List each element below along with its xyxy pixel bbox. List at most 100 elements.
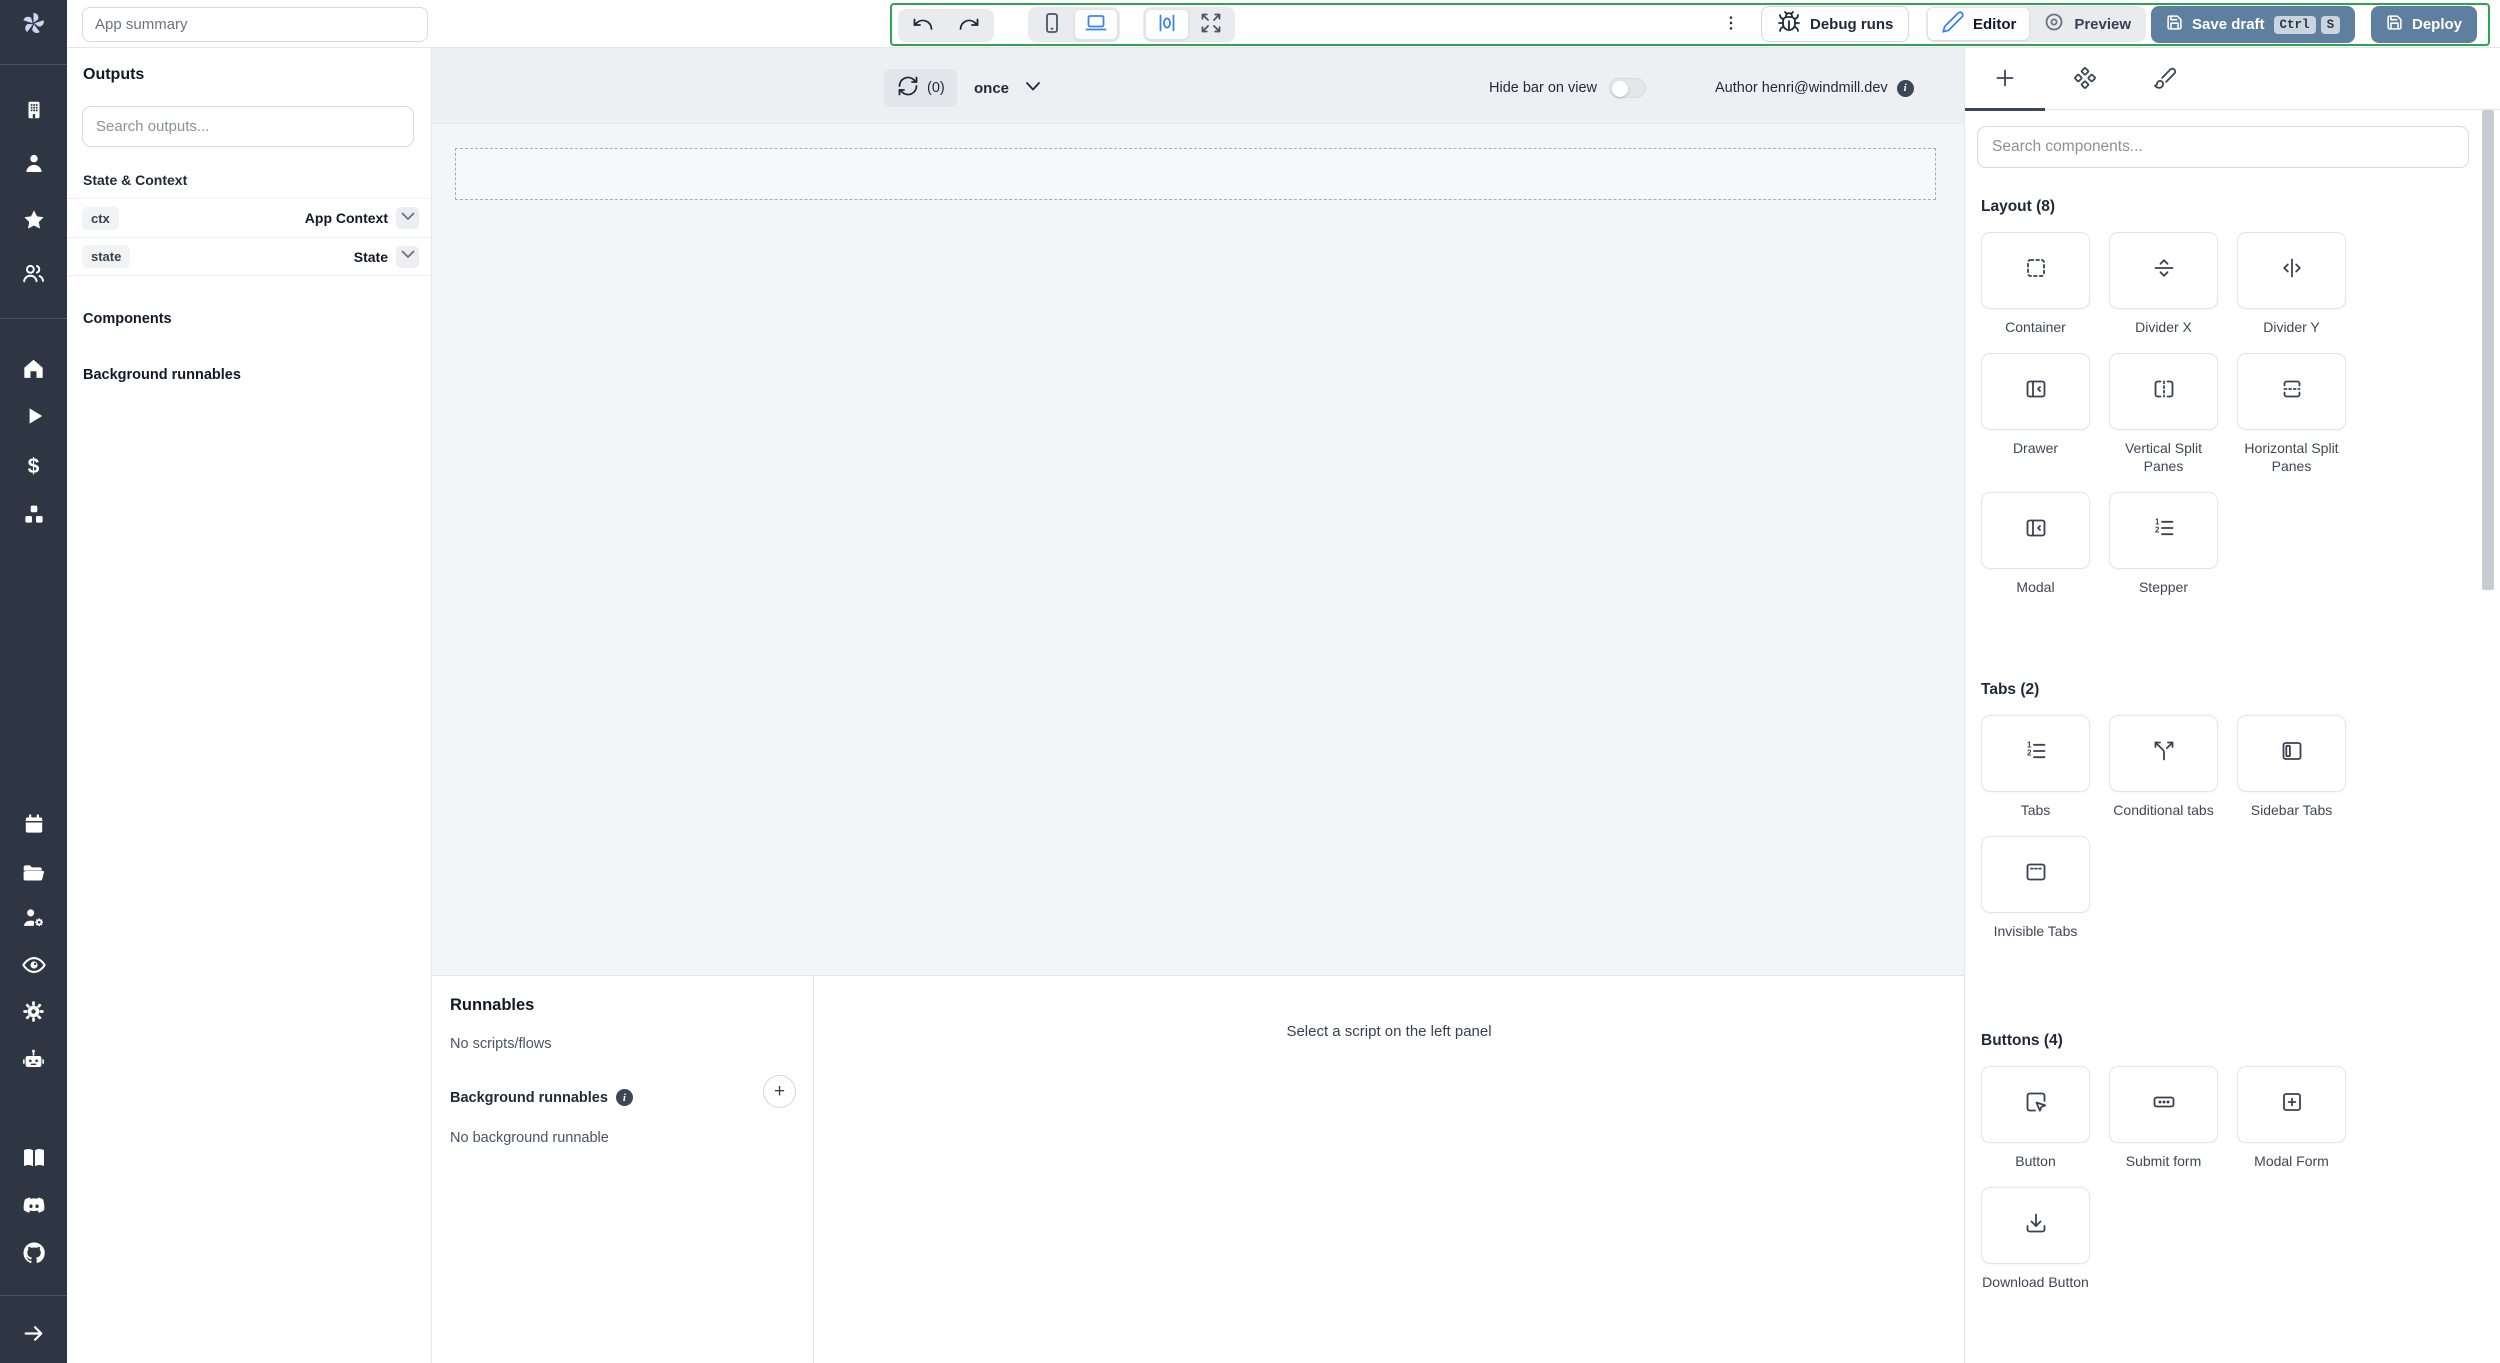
windmill-logo[interactable] xyxy=(0,8,67,44)
modal-form-card[interactable] xyxy=(2237,1066,2346,1143)
undo-button[interactable] xyxy=(900,11,946,40)
svg-text:2: 2 xyxy=(2027,748,2032,757)
button-card[interactable] xyxy=(1981,1066,2090,1143)
conditional-tabs-card[interactable] xyxy=(2109,715,2218,792)
preview-tab[interactable]: Preview xyxy=(2029,8,2144,40)
undo-icon xyxy=(911,12,935,39)
drawer-card[interactable] xyxy=(1981,352,2090,430)
editor-preview-group: Editor Preview xyxy=(1926,6,2147,42)
output-row-ctx[interactable]: ctx App Context xyxy=(67,198,431,237)
deploy-button[interactable]: Deploy xyxy=(2371,6,2478,43)
preview-eye-icon xyxy=(2042,10,2066,38)
vertical-split-card[interactable] xyxy=(2109,352,2218,430)
settings-icon[interactable] xyxy=(0,996,67,1026)
runnables-title: Runnables xyxy=(450,996,535,1014)
background-runnables-label: Background runnables xyxy=(450,1089,608,1106)
discord-icon[interactable] xyxy=(0,1191,67,1221)
star-icon[interactable] xyxy=(0,205,67,235)
pencil-icon xyxy=(1941,10,1965,38)
component-card-label: Vertical Split Panes xyxy=(2124,439,2203,474)
eye-icon[interactable] xyxy=(0,950,67,980)
layout-toggle-group xyxy=(1143,7,1235,42)
more-menu-button[interactable] xyxy=(1715,8,1747,40)
scrollbar-thumb[interactable] xyxy=(2482,110,2494,590)
modal-card[interactable] xyxy=(1981,491,2090,569)
dots-vertical-icon xyxy=(1721,13,1741,36)
component-card-cell: Divider Y xyxy=(2237,232,2346,337)
hide-bar-control: Hide bar on view xyxy=(1489,69,1646,107)
tabs-card[interactable]: 12 xyxy=(1981,715,2090,792)
boxes-icon[interactable] xyxy=(0,500,67,530)
bot-icon[interactable] xyxy=(0,1044,67,1074)
play-icon[interactable] xyxy=(0,401,67,431)
refresh-button[interactable]: (0) xyxy=(884,69,957,107)
component-card-cell: Vertical Split Panes xyxy=(2109,352,2218,476)
component-card-label: Tabs xyxy=(2020,802,2051,818)
empty-grid-placeholder[interactable] xyxy=(455,148,1936,200)
output-row-state[interactable]: state State xyxy=(67,237,431,276)
user-icon[interactable] xyxy=(0,148,67,178)
sidebar-tabs-card[interactable] xyxy=(2237,715,2346,792)
home-icon[interactable] xyxy=(0,353,67,383)
calendar-icon[interactable] xyxy=(0,809,67,839)
editor-tab[interactable]: Editor xyxy=(1928,8,2030,40)
redo-button[interactable] xyxy=(946,11,992,40)
output-row-label: State xyxy=(353,248,388,265)
container-card[interactable] xyxy=(1981,232,2090,309)
invisible-tabs-card[interactable] xyxy=(1981,835,2090,913)
modal-icon xyxy=(2024,516,2048,545)
center-layout-button[interactable] xyxy=(1145,9,1189,40)
fullscreen-button[interactable] xyxy=(1189,9,1233,40)
save-draft-button[interactable]: Save draft Ctrl S xyxy=(2151,6,2356,43)
add-background-runnable-button[interactable]: + xyxy=(763,1075,796,1108)
component-card-label: Sidebar Tabs xyxy=(2250,802,2333,818)
dollar-icon[interactable]: $ xyxy=(0,452,67,482)
submit-form-card[interactable] xyxy=(2109,1066,2218,1143)
component-card-cell: Divider X xyxy=(2109,232,2218,337)
refresh-icon xyxy=(896,74,920,102)
stepper-card[interactable]: 12 xyxy=(2109,491,2218,569)
users-icon[interactable] xyxy=(0,258,67,288)
toggle-knob xyxy=(1612,80,1628,97)
refresh-count: (0) xyxy=(927,80,945,96)
refresh-mode-dropdown[interactable]: once xyxy=(974,69,1045,107)
component-card-label: Drawer xyxy=(2012,439,2059,456)
info-icon[interactable]: i xyxy=(615,1089,633,1106)
folder-icon[interactable] xyxy=(0,857,67,887)
expand-icon xyxy=(1199,11,1223,38)
svg-text:2: 2 xyxy=(2155,525,2160,534)
download-card[interactable] xyxy=(1981,1186,2090,1264)
github-icon[interactable] xyxy=(0,1238,67,1268)
tab-insert-component[interactable] xyxy=(1965,48,2045,111)
desktop-view-button[interactable] xyxy=(1074,9,1118,40)
building-icon[interactable] xyxy=(0,95,67,125)
debug-runs-button[interactable]: Debug runs xyxy=(1761,6,1910,42)
no-background-runnable-text: No background runnable xyxy=(450,1130,609,1146)
refresh-mode-value: once xyxy=(974,79,1010,97)
tab-components-tree[interactable] xyxy=(2045,48,2125,110)
horizontal-split-card[interactable] xyxy=(2237,352,2346,430)
outputs-title: Outputs xyxy=(83,66,145,83)
divider-x-card[interactable] xyxy=(2109,232,2218,309)
state-context-title: State & Context xyxy=(83,172,188,188)
arrow-right-icon[interactable] xyxy=(0,1318,67,1348)
preview-label: Preview xyxy=(2074,15,2132,33)
chevron-down-icon[interactable] xyxy=(396,207,419,229)
deploy-label: Deploy xyxy=(2412,16,2463,33)
mobile-view-button[interactable] xyxy=(1030,9,1074,40)
search-components-input[interactable] xyxy=(1977,126,2469,168)
app-summary-input[interactable] xyxy=(82,7,428,42)
info-icon[interactable]: i xyxy=(1896,79,1914,97)
hide-bar-toggle[interactable] xyxy=(1609,78,1646,98)
tab-styling[interactable] xyxy=(2125,48,2205,110)
undo-redo-group xyxy=(898,9,994,42)
divider-y-icon xyxy=(2280,256,2304,285)
author-label: Author henri@windmill.dev xyxy=(1715,80,1888,96)
component-icon xyxy=(2073,66,2097,93)
component-card-cell: Submit form xyxy=(2109,1066,2218,1171)
divider-y-card[interactable] xyxy=(2237,232,2346,309)
chevron-down-icon[interactable] xyxy=(396,245,419,268)
search-outputs-input[interactable] xyxy=(82,106,414,147)
user-cog-icon[interactable] xyxy=(0,902,67,932)
book-icon[interactable] xyxy=(0,1143,67,1173)
